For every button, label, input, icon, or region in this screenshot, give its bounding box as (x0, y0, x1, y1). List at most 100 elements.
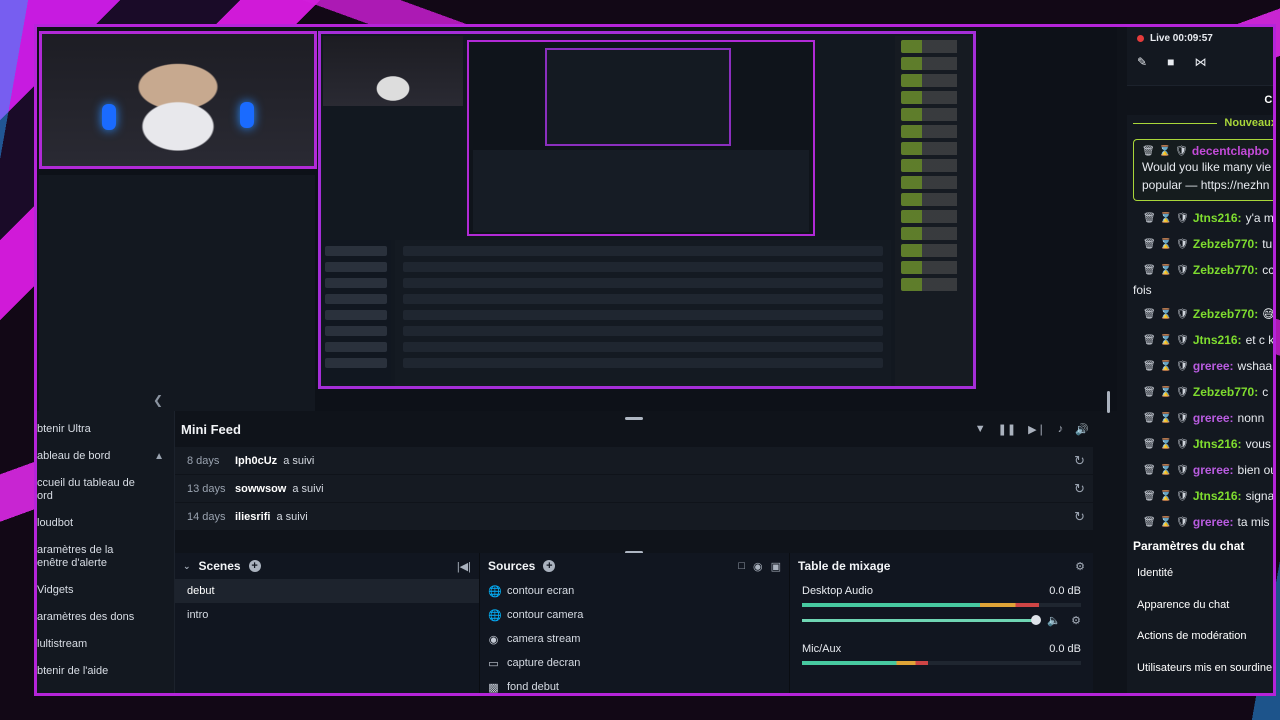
delete-icon[interactable]: 🗑 (1143, 361, 1156, 372)
mod-icon[interactable]: 🛡 (1176, 439, 1189, 450)
replay-icon[interactable]: ↻ (1074, 453, 1085, 469)
timeout-icon[interactable]: ⌛ (1160, 361, 1172, 372)
timeout-icon[interactable]: ⌛ (1160, 387, 1172, 398)
nav-item-cloudbot[interactable]: loudbot (37, 517, 174, 530)
timeout-icon[interactable]: ⌛ (1159, 146, 1171, 157)
nav-item-multistream[interactable]: lultistream (37, 638, 174, 651)
timeout-icon[interactable]: ⌛ (1160, 309, 1172, 320)
chat-username[interactable]: Jtns216: (1193, 489, 1242, 503)
mod-icon[interactable]: 🛡 (1176, 239, 1189, 250)
delete-icon[interactable]: 🗑 (1143, 465, 1156, 476)
source-item[interactable]: ◉ camera stream (480, 627, 789, 651)
timeout-icon[interactable]: ⌛ (1160, 439, 1172, 450)
delete-icon[interactable]: 🗑 (1143, 517, 1156, 528)
chat-settings-item[interactable]: Identité (1133, 567, 1273, 599)
mod-icon[interactable]: 🛡 (1175, 146, 1188, 157)
chat-username[interactable]: greree: (1193, 411, 1234, 425)
nav-item-donation-settings[interactable]: aramètres des dons (37, 611, 174, 624)
mod-icon[interactable]: 🛡 (1176, 517, 1189, 528)
mod-icon[interactable]: 🛡 (1176, 309, 1189, 320)
scene-transition-icon[interactable]: |◀| (457, 560, 471, 573)
mod-icon[interactable]: 🛡 (1176, 335, 1189, 346)
chat-username[interactable]: Jtns216: (1193, 211, 1242, 225)
mod-icon[interactable]: 🛡 (1176, 413, 1189, 424)
chevron-down-icon[interactable]: ⌄ (183, 561, 191, 572)
delete-icon[interactable]: 🗑 (1143, 439, 1156, 450)
collapse-left-icon[interactable]: ❮ (153, 393, 167, 409)
slider-knob[interactable] (1031, 614, 1042, 625)
replay-icon[interactable]: ↻ (1074, 509, 1085, 525)
chat-username[interactable]: greree: (1193, 463, 1234, 477)
mod-icon[interactable]: 🛡 (1176, 387, 1189, 398)
nav-item-dashboard[interactable]: ableau de bord ▲ (37, 450, 174, 463)
timeout-icon[interactable]: ⌛ (1160, 335, 1172, 346)
dashboard-icon[interactable]: ■ (1167, 55, 1174, 69)
source-item[interactable]: ▭ capture decran (480, 651, 789, 675)
source-item[interactable]: 🌐 contour ecran (480, 579, 789, 603)
folder-icon[interactable]: □ (738, 560, 745, 573)
volume-slider[interactable]: 🔈 ⚙ (802, 613, 1081, 627)
timeout-icon[interactable]: ⌛ (1160, 265, 1172, 276)
speaker-icon[interactable]: 🔈 (1047, 614, 1061, 627)
volume-icon[interactable]: 🔊 (1075, 423, 1089, 436)
source-item[interactable]: ▩ fond debut (480, 675, 789, 693)
timeout-icon[interactable]: ⌛ (1160, 491, 1172, 502)
add-scene-button[interactable]: + (248, 560, 261, 572)
feed-user[interactable]: iliesrifi (235, 511, 270, 523)
delete-icon[interactable]: 🗑 (1143, 335, 1156, 346)
share-icon[interactable]: ⋈ (1194, 55, 1206, 69)
edit-icon[interactable]: ✎ (1137, 55, 1147, 69)
feed-user[interactable]: sowwsow (235, 483, 286, 495)
chat-settings-item[interactable]: Utilisateurs mis en sourdine (1133, 662, 1273, 694)
delete-icon[interactable]: 🗑 (1142, 146, 1155, 157)
source-item[interactable]: 🌐 contour camera (480, 603, 789, 627)
feed-user[interactable]: Iph0cUz (235, 455, 277, 467)
replay-icon[interactable]: ↻ (1074, 481, 1085, 497)
nav-item-alert-settings[interactable]: aramètres de la enêtre d'alerte (37, 544, 174, 570)
mod-icon[interactable]: 🛡 (1176, 265, 1189, 276)
timeout-icon[interactable]: ⌛ (1160, 239, 1172, 250)
filter-icon[interactable]: ▼ (975, 423, 986, 436)
selective-recording-icon[interactable]: ◉ (753, 560, 763, 573)
chat-settings-item[interactable]: Apparence du chat (1133, 599, 1273, 631)
chat-username[interactable]: Jtns216: (1193, 333, 1242, 347)
chat-username[interactable]: Zebzeb770: (1193, 237, 1258, 251)
delete-icon[interactable]: 🗑 (1143, 265, 1156, 276)
preview-scrollbar[interactable] (1107, 391, 1110, 413)
nav-item-ultra[interactable]: btenir Ultra (37, 423, 174, 436)
chevron-up-icon[interactable]: ▲ (154, 450, 164, 463)
timeout-icon[interactable]: ⌛ (1160, 465, 1172, 476)
nav-item-widgets[interactable]: Vidgets (37, 584, 174, 597)
image-icon[interactable]: ▣ (771, 560, 781, 573)
timeout-icon[interactable]: ⌛ (1160, 517, 1172, 528)
gear-icon[interactable]: ⚙ (1075, 560, 1085, 573)
timeout-icon[interactable]: ⌛ (1160, 213, 1172, 224)
chat-username[interactable]: Zebzeb770: (1193, 263, 1258, 277)
chat-username[interactable]: Zebzeb770: (1193, 385, 1258, 399)
mod-icon[interactable]: 🛡 (1176, 213, 1189, 224)
delete-icon[interactable]: 🗑 (1143, 239, 1156, 250)
scene-item[interactable]: intro (175, 603, 479, 627)
add-source-button[interactable]: + (543, 560, 556, 572)
skip-icon[interactable]: ▶❘ (1028, 423, 1046, 436)
nav-item-dashboard-home[interactable]: ccueil du tableau de ord (37, 477, 174, 503)
gear-icon[interactable]: ⚙ (1071, 614, 1081, 627)
chat-username[interactable]: decentclapbo (1192, 144, 1269, 158)
chat-username[interactable]: Zebzeb770: (1193, 307, 1258, 321)
chat-username[interactable]: greree: (1193, 359, 1234, 373)
chat-settings-item[interactable]: Actions de modération (1133, 630, 1273, 662)
delete-icon[interactable]: 🗑 (1143, 387, 1156, 398)
mod-icon[interactable]: 🛡 (1176, 465, 1189, 476)
delete-icon[interactable]: 🗑 (1143, 309, 1156, 320)
delete-icon[interactable]: 🗑 (1143, 213, 1156, 224)
nav-item-help[interactable]: btenir de l'aide (37, 665, 174, 678)
timeout-icon[interactable]: ⌛ (1160, 413, 1172, 424)
delete-icon[interactable]: 🗑 (1143, 413, 1156, 424)
mod-icon[interactable]: 🛡 (1176, 361, 1189, 372)
chat-username[interactable]: greree: (1193, 515, 1234, 529)
chat-username[interactable]: Jtns216: (1193, 437, 1242, 451)
pause-icon[interactable]: ❚❚ (998, 423, 1016, 436)
drag-handle[interactable] (625, 417, 643, 420)
mute-alerts-icon[interactable]: ♪ (1058, 423, 1064, 436)
scene-item[interactable]: debut (175, 579, 479, 603)
